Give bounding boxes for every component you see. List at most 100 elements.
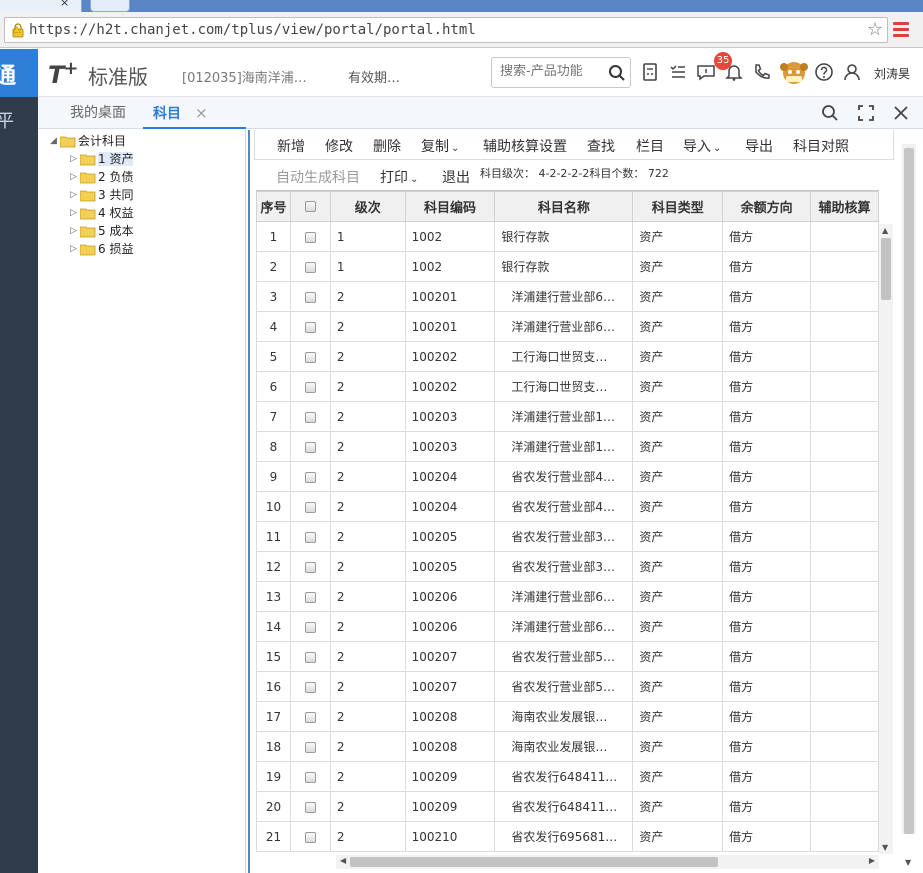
tree-root[interactable]: ◢ 会计科目 — [50, 132, 126, 150]
cell-select[interactable] — [289, 371, 331, 402]
table-row[interactable]: 9 2 100204 省农发行营业部4… 资产 借方 — [256, 461, 879, 492]
address-bar[interactable]: https://h2t.chanjet.com/tplus/view/porta… — [4, 17, 888, 43]
add-button[interactable]: 新增 — [277, 136, 305, 156]
user-icon[interactable] — [842, 62, 862, 82]
auto-generate-button[interactable]: 自动生成科目 — [276, 167, 360, 187]
col-type[interactable]: 科目类型 — [632, 191, 724, 222]
import-button[interactable]: 导入 ⌄ — [683, 136, 721, 156]
col-aux[interactable]: 辅助核算 — [810, 191, 879, 222]
edit-button[interactable]: 修改 — [325, 136, 353, 156]
close-icon[interactable] — [891, 103, 911, 123]
columns-button[interactable]: 栏目 — [636, 136, 664, 156]
table-row[interactable]: 7 2 100203 洋浦建行营业部1… 资产 借方 — [256, 401, 879, 432]
table-row[interactable]: 15 2 100207 省农发行营业部5… 资产 借方 — [256, 641, 879, 672]
product-logo[interactable]: T+ — [48, 58, 78, 89]
expand-arrow-icon[interactable]: ▷ — [70, 186, 80, 204]
row-checkbox[interactable] — [304, 741, 316, 753]
cell-select[interactable] — [289, 521, 331, 552]
cell-select[interactable] — [289, 671, 331, 702]
col-code[interactable]: 科目编码 — [404, 191, 496, 222]
tree-item[interactable]: ▷ 4 权益 — [70, 204, 133, 222]
row-checkbox[interactable] — [304, 561, 316, 573]
cell-select[interactable] — [289, 431, 331, 462]
browser-tab[interactable]: × — [0, 0, 82, 12]
function-search-box[interactable] — [491, 57, 631, 88]
col-seq[interactable]: 序号 — [256, 191, 291, 222]
scroll-thumb[interactable] — [350, 857, 718, 867]
table-row[interactable]: 6 2 100202 工行海口世贸支… 资产 借方 — [256, 371, 879, 402]
row-checkbox[interactable] — [304, 681, 316, 693]
table-row[interactable]: 2 1 1002 银行存款 资产 借方 — [256, 251, 879, 282]
table-row[interactable]: 13 2 100206 洋浦建行营业部6… 资产 借方 — [256, 581, 879, 612]
table-row[interactable]: 4 2 100201 洋浦建行营业部6… 资产 借方 — [256, 311, 879, 342]
scroll-thumb[interactable] — [904, 148, 914, 834]
grid-vertical-scrollbar[interactable]: ▲ ▼ — [879, 224, 893, 854]
cell-select[interactable] — [289, 611, 331, 642]
row-checkbox[interactable] — [304, 831, 316, 843]
aux-setup-button[interactable]: 辅助核算设置 — [483, 136, 567, 156]
table-row[interactable]: 18 2 100208 海南农业发展银… 资产 借方 — [256, 731, 879, 762]
scroll-up-icon[interactable]: ▲ — [882, 226, 888, 235]
tree-item[interactable]: ▷ 6 损益 — [70, 240, 133, 258]
row-checkbox[interactable] — [304, 321, 316, 333]
cell-select[interactable] — [289, 581, 331, 612]
table-row[interactable]: 1 1 1002 银行存款 资产 借方 — [256, 221, 879, 252]
cell-select[interactable] — [289, 281, 331, 312]
search-icon[interactable] — [820, 103, 840, 123]
close-tab-icon[interactable]: × — [60, 0, 69, 9]
browser-menu-icon[interactable] — [893, 22, 909, 38]
function-search-input[interactable] — [500, 64, 600, 79]
expand-arrow-icon[interactable]: ▷ — [70, 168, 80, 186]
cell-select[interactable] — [289, 491, 331, 522]
table-row[interactable]: 19 2 100209 省农发行648411… 资产 借方 — [256, 761, 879, 792]
grid-horizontal-scrollbar[interactable]: ◀ ▶ — [336, 855, 879, 869]
expand-arrow-icon[interactable]: ▷ — [70, 204, 80, 222]
row-checkbox[interactable] — [304, 351, 316, 363]
fullscreen-icon[interactable] — [856, 103, 876, 123]
new-tab-button[interactable] — [90, 0, 130, 12]
table-row[interactable]: 11 2 100205 省农发行营业部3… 资产 借方 — [256, 521, 879, 552]
cell-select[interactable] — [289, 701, 331, 732]
tree-item[interactable]: ▷ 5 成本 — [70, 222, 133, 240]
row-checkbox[interactable] — [304, 651, 316, 663]
expand-arrow-icon[interactable]: ▷ — [70, 240, 80, 258]
row-checkbox[interactable] — [304, 771, 316, 783]
row-checkbox[interactable] — [304, 441, 316, 453]
scroll-down-icon[interactable]: ▼ — [905, 858, 911, 867]
mascot-assistant-icon[interactable] — [778, 57, 810, 87]
col-direction[interactable]: 余额方向 — [722, 191, 811, 222]
print-button[interactable]: 打印 ⌄ — [380, 167, 418, 187]
brand-strip[interactable]: 通 — [0, 49, 38, 97]
bell-icon[interactable] — [724, 62, 744, 82]
table-row[interactable]: 12 2 100205 省农发行营业部3… 资产 借方 — [256, 551, 879, 582]
delete-button[interactable]: 删除 — [373, 136, 401, 156]
table-row[interactable]: 3 2 100201 洋浦建行营业部6… 资产 借方 — [256, 281, 879, 312]
row-checkbox[interactable] — [304, 711, 316, 723]
tab-accounts[interactable]: 科目 × — [143, 97, 246, 129]
tree-item[interactable]: ▷ 3 共同 — [70, 186, 133, 204]
table-row[interactable]: 21 2 100210 省农发行695681… 资产 借方 — [256, 821, 879, 852]
row-checkbox[interactable] — [304, 591, 316, 603]
row-checkbox[interactable] — [304, 261, 316, 273]
table-row[interactable]: 8 2 100203 洋浦建行营业部1… 资产 借方 — [256, 431, 879, 462]
cell-select[interactable] — [289, 251, 331, 282]
close-tab-icon[interactable]: × — [195, 104, 208, 122]
row-checkbox[interactable] — [304, 291, 316, 303]
scroll-down-icon[interactable]: ▼ — [882, 843, 888, 852]
user-name[interactable]: 刘涛昊 — [874, 65, 910, 82]
calculator-icon[interactable] — [640, 62, 660, 82]
cell-select[interactable] — [289, 401, 331, 432]
export-button[interactable]: 导出 — [745, 136, 773, 156]
nav-rail-item[interactable]: 平 — [0, 107, 14, 133]
col-name[interactable]: 科目名称 — [494, 191, 634, 222]
select-all-checkbox[interactable] — [304, 201, 316, 212]
expand-arrow-icon[interactable]: ▷ — [70, 150, 80, 168]
row-checkbox[interactable] — [304, 501, 316, 513]
cell-select[interactable] — [289, 791, 331, 822]
table-row[interactable]: 14 2 100206 洋浦建行营业部6… 资产 借方 — [256, 611, 879, 642]
table-row[interactable]: 5 2 100202 工行海口世贸支… 资产 借方 — [256, 341, 879, 372]
cell-select[interactable] — [289, 551, 331, 582]
search-icon[interactable] — [608, 64, 626, 82]
table-row[interactable]: 16 2 100207 省农发行营业部5… 资产 借方 — [256, 671, 879, 702]
cell-select[interactable] — [289, 221, 331, 252]
